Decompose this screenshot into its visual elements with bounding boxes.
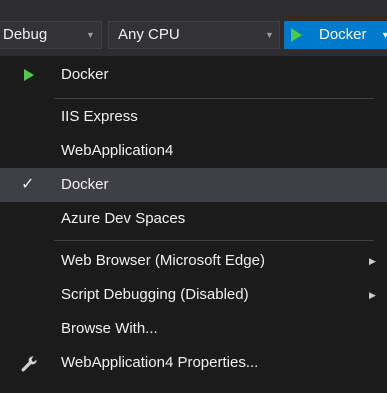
solution-configuration-value: Debug xyxy=(3,26,48,43)
menu-item-webapplication4[interactable]: WebApplication4 xyxy=(0,134,387,168)
solution-platform-dropdown[interactable]: Any CPU ▼ xyxy=(108,21,280,49)
menu-item-label: Azure Dev Spaces xyxy=(61,210,186,227)
menu-item-azure-dev-spaces[interactable]: Azure Dev Spaces xyxy=(0,202,387,236)
menu-item-docker-profile[interactable]: ✓ Docker xyxy=(0,168,387,202)
menu-item-script-debugging[interactable]: Script Debugging (Disabled) ▶ xyxy=(0,278,387,312)
play-icon xyxy=(291,28,302,42)
menu-item-label: WebApplication4 xyxy=(61,142,174,159)
menu-item-web-browser[interactable]: Web Browser (Microsoft Edge) ▶ xyxy=(0,244,387,278)
chevron-down-icon: ▼ xyxy=(381,30,387,40)
menu-item-browse-with[interactable]: Browse With... xyxy=(0,312,387,346)
menu-item-docker-run[interactable]: Docker xyxy=(0,58,387,92)
submenu-arrow-icon: ▶ xyxy=(369,290,376,300)
menu-separator xyxy=(54,98,374,99)
menu-item-label: WebApplication4 Properties... xyxy=(61,354,259,371)
menu-item-label: Script Debugging (Disabled) xyxy=(61,286,249,303)
menu-item-label: Docker xyxy=(61,176,109,193)
submenu-arrow-icon: ▶ xyxy=(369,256,376,266)
solution-configuration-dropdown[interactable]: Debug ▼ xyxy=(0,21,102,49)
menu-item-project-properties[interactable]: WebApplication4 Properties... xyxy=(0,346,387,380)
start-debugging-button[interactable]: Docker ▼ xyxy=(284,21,387,49)
menu-item-label: Browse With... xyxy=(61,320,158,337)
run-target-label: Docker xyxy=(319,26,367,43)
play-icon xyxy=(24,69,34,81)
chevron-down-icon: ▼ xyxy=(86,30,95,40)
chevron-down-icon: ▼ xyxy=(265,30,274,40)
wrench-icon xyxy=(18,346,38,393)
menu-item-iis-express[interactable]: IIS Express xyxy=(0,100,387,134)
menu-item-label: Docker xyxy=(61,66,109,83)
menu-separator xyxy=(54,240,374,241)
solution-platform-value: Any CPU xyxy=(118,26,180,43)
menu-item-label: Web Browser (Microsoft Edge) xyxy=(61,252,265,269)
checkmark-icon: ✓ xyxy=(21,176,35,193)
debug-target-menu: Docker IIS Express WebApplication4 ✓ Doc… xyxy=(0,56,387,378)
debug-toolbar: Debug ▼ Any CPU ▼ Docker ▼ xyxy=(0,0,387,56)
menu-item-label: IIS Express xyxy=(61,108,138,125)
